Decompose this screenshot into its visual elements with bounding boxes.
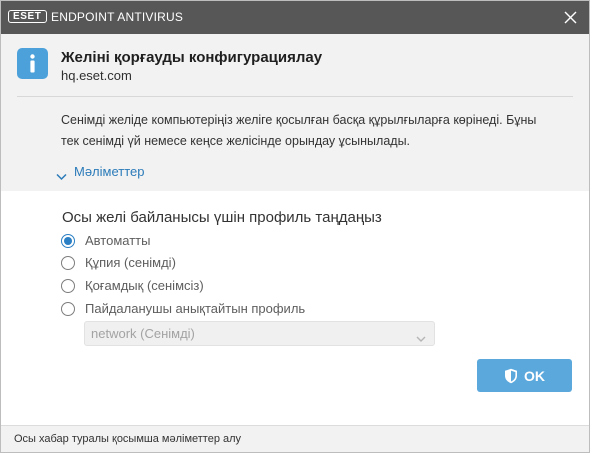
details-label: Мәліметтер bbox=[74, 164, 145, 179]
description-line: тек сенімді үй немесе кеңсе желісінде ор… bbox=[61, 134, 411, 148]
radio-label: Автоматты bbox=[85, 233, 151, 248]
details-toggle[interactable]: Мәліметтер bbox=[56, 163, 145, 181]
close-icon[interactable] bbox=[564, 11, 577, 24]
ok-label: OK bbox=[524, 367, 545, 384]
profile-heading: Осы желі байланысы үшін профиль таңдаңыз bbox=[62, 209, 382, 226]
page-title: Желіні қорғауды конфигурациялау bbox=[61, 49, 323, 66]
network-name: hq.eset.com bbox=[61, 68, 132, 83]
radio-option-automatic[interactable]: Автоматты bbox=[61, 232, 150, 250]
divider bbox=[17, 96, 573, 97]
more-info-link[interactable]: Осы хабар туралы қосымша мәліметтер алу bbox=[14, 432, 241, 446]
radio-button[interactable] bbox=[61, 302, 75, 316]
radio-label: Қоғамдық (сенімсіз) bbox=[85, 278, 204, 293]
custom-profile-select[interactable]: network (Сенімді) bbox=[84, 321, 435, 346]
product-name: ENDPOINT ANTIVIRUS bbox=[51, 10, 184, 24]
description: Сенімді желіде компьютеріңіз желіге қосы… bbox=[61, 110, 536, 152]
shield-icon bbox=[504, 368, 518, 384]
radio-label: Пайдаланушы анықтайтын профиль bbox=[85, 301, 306, 316]
radio-option-public[interactable]: Қоғамдық (сенімсіз) bbox=[61, 277, 204, 295]
chevron-down-icon bbox=[416, 330, 426, 342]
select-value: network (Сенімді) bbox=[91, 326, 195, 341]
title-bar: eset ENDPOINT ANTIVIRUS bbox=[1, 1, 589, 34]
radio-button[interactable] bbox=[61, 234, 75, 248]
radio-button[interactable] bbox=[61, 256, 75, 270]
radio-button[interactable] bbox=[61, 279, 75, 293]
description-line: Сенімді желіде компьютеріңіз желіге қосы… bbox=[61, 113, 537, 127]
radio-option-private[interactable]: Құпия (сенімді) bbox=[61, 254, 176, 272]
radio-option-custom[interactable]: Пайдаланушы анықтайтын профиль bbox=[61, 300, 305, 318]
footer: Осы хабар туралы қосымша мәліметтер алу bbox=[1, 425, 589, 452]
eset-logo: eset bbox=[8, 10, 47, 23]
radio-label: Құпия (сенімді) bbox=[85, 255, 176, 270]
dialog-window: eset ENDPOINT ANTIVIRUS Желіні қорғауды … bbox=[0, 0, 590, 453]
info-icon bbox=[17, 48, 48, 79]
ok-button[interactable]: OK bbox=[477, 359, 572, 392]
chevron-down-icon bbox=[56, 168, 67, 181]
header-panel: Желіні қорғауды конфигурациялау hq.eset.… bbox=[1, 34, 589, 191]
